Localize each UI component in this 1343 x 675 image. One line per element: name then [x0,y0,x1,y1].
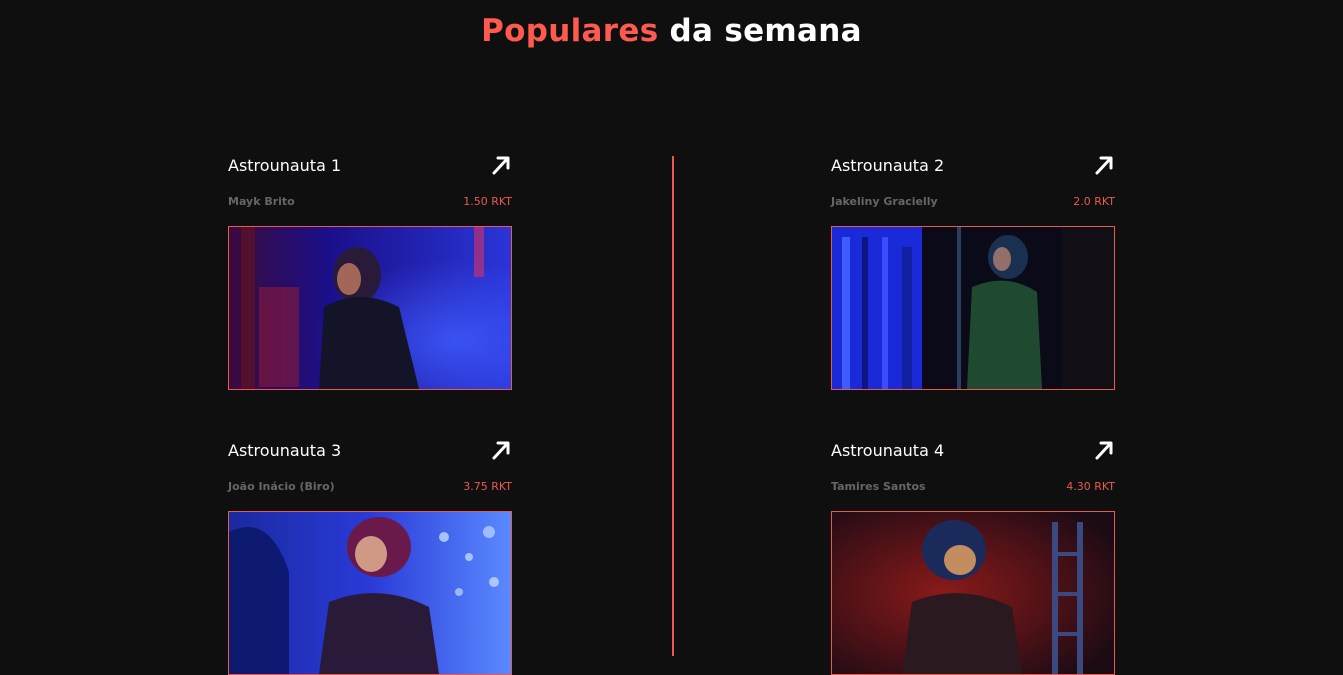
card-image[interactable] [831,511,1115,675]
nft-card-3[interactable]: Astrounauta 3 João Inácio (Biro) 3.75 RK… [228,441,512,675]
card-title: Astrounauta 2 [831,156,945,175]
card-title: Astrounauta 1 [228,156,342,175]
card-title: Astrounauta 4 [831,441,945,460]
arrow-up-right-icon[interactable] [1093,439,1115,461]
section-title: Populares da semana [0,10,1343,52]
card-author: Mayk Brito [228,195,295,208]
card-price: 1.50 RKT [463,195,512,208]
card-author: João Inácio (Biro) [228,480,335,493]
card-price: 3.75 RKT [463,480,512,493]
column-divider [672,156,674,656]
arrow-up-right-icon[interactable] [1093,154,1115,176]
card-image[interactable] [831,226,1115,390]
nft-card-4[interactable]: Astrounauta 4 Tamires Santos 4.30 RKT [831,441,1115,675]
nft-card-2[interactable]: Astrounauta 2 Jakeliny Gracielly 2.0 RKT [831,156,1115,390]
card-price: 2.0 RKT [1073,195,1115,208]
card-image[interactable] [228,511,512,675]
section-title-accent: Populares [481,13,659,49]
arrow-up-right-icon[interactable] [490,439,512,461]
card-image[interactable] [228,226,512,390]
arrow-up-right-icon[interactable] [490,154,512,176]
card-title: Astrounauta 3 [228,441,342,460]
card-author: Jakeliny Gracielly [831,195,938,208]
card-author: Tamires Santos [831,480,926,493]
section-title-rest: da semana [658,13,862,49]
nft-card-1[interactable]: Astrounauta 1 Mayk Brito 1.50 RKT [228,156,512,390]
card-price: 4.30 RKT [1066,480,1115,493]
